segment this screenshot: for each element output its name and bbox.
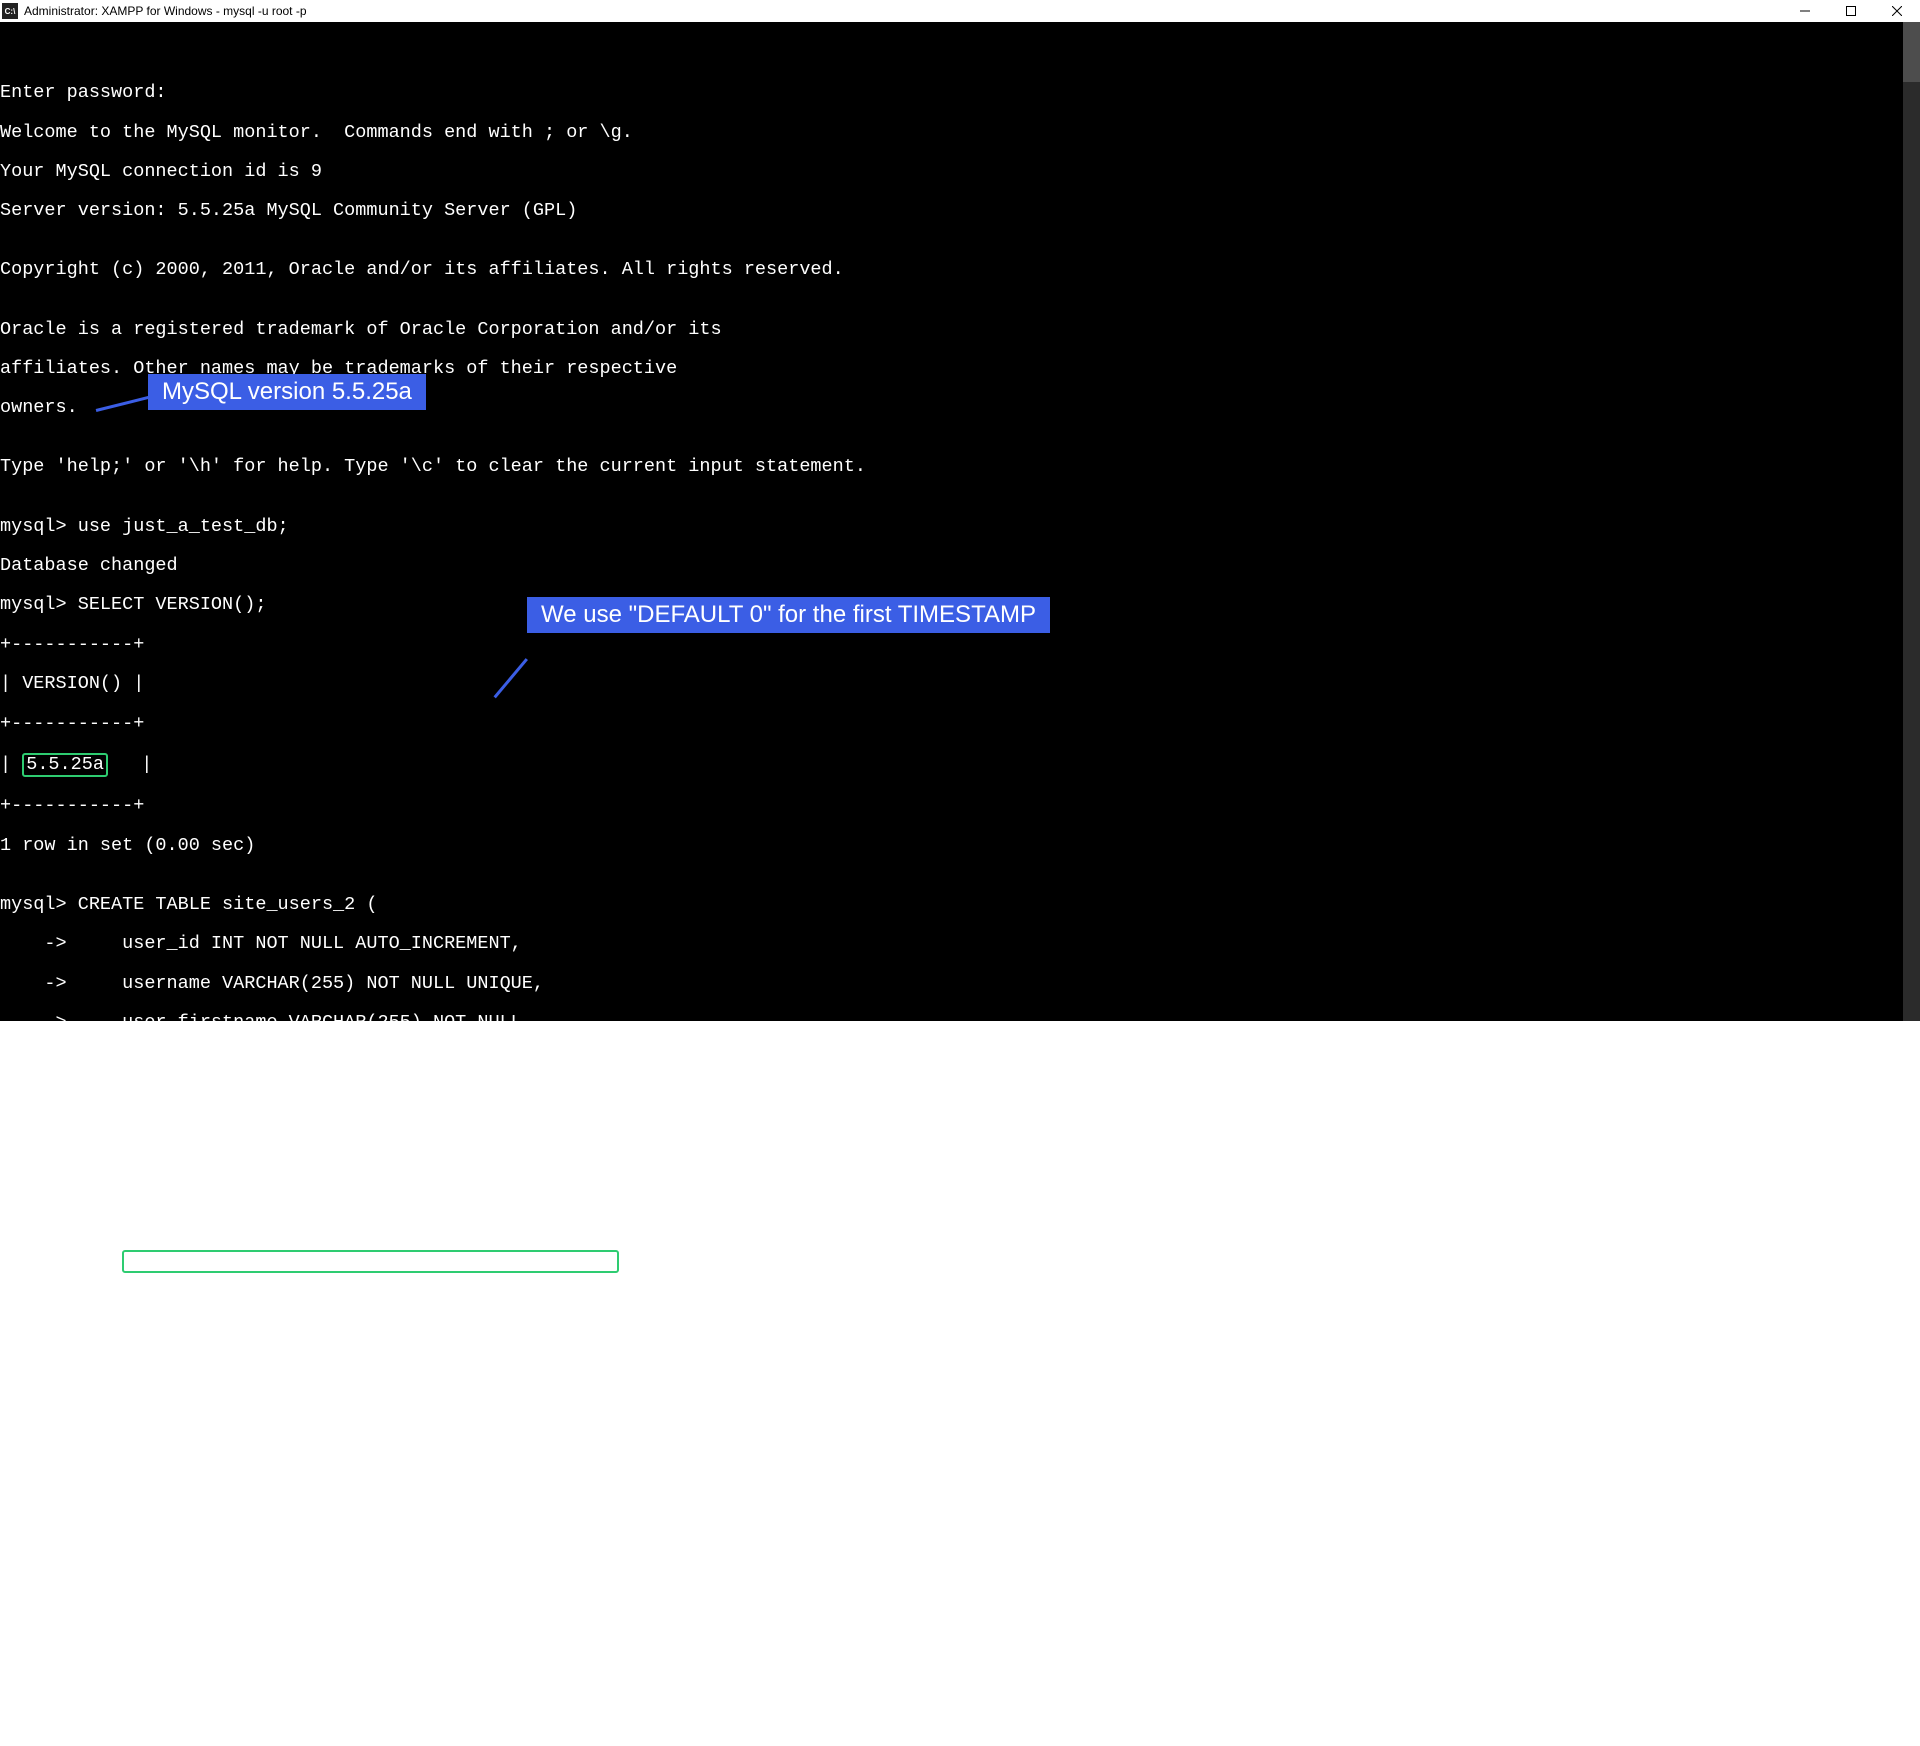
terminal-prompt: mysql> xyxy=(0,1470,1920,1490)
version-pre: | xyxy=(0,754,22,775)
terminal-line: -> PRIMARY KEY (user_id) xyxy=(0,1332,1920,1352)
terminal-line: -> user_id INT NOT NULL AUTO_INCREMENT, xyxy=(0,934,1920,954)
terminal-line: 1 row in set (0.00 sec) xyxy=(0,836,1920,856)
terminal-line: Your MySQL connection id is 9 xyxy=(0,162,1920,182)
terminal-line: +-----------+ xyxy=(0,635,1920,655)
version-post: | xyxy=(108,754,152,775)
maximize-button[interactable] xyxy=(1828,0,1874,22)
terminal-line: Database changed xyxy=(0,556,1920,576)
date-validated-highlight-box: date_validated TIMESTAMP NOT NULL DEFAUL… xyxy=(122,1250,618,1274)
terminal-line: Enter password: xyxy=(0,83,1920,103)
date-validated-pre: -> xyxy=(0,1251,122,1272)
terminal-line: -> is_active BOOL NOT NULL DEFAULT FALSE… xyxy=(0,1171,1920,1191)
terminal-line: +-----------+ xyxy=(0,796,1920,816)
close-button[interactable] xyxy=(1874,0,1920,22)
terminal-line: | 5.5.25a | xyxy=(0,753,1920,777)
terminal-line: -> user_email_address VARCHAR(255) NOT N… xyxy=(0,1092,1920,1112)
terminal-line: Query OK, 0 rows affected (0.04 sec) xyxy=(0,1411,1920,1431)
terminal-line: Oracle is a registered trademark of Orac… xyxy=(0,320,1920,340)
terminal-line: Copyright (c) 2000, 2011, Oracle and/or … xyxy=(0,260,1920,280)
terminal-line: -> user_firstname VARCHAR(255) NOT NULL, xyxy=(0,1013,1920,1033)
version-highlight-box: 5.5.25a xyxy=(22,753,108,777)
terminal-line: mysql> use just_a_test_db; xyxy=(0,517,1920,537)
window-controls xyxy=(1782,0,1920,22)
window-title: Administrator: XAMPP for Windows - mysql… xyxy=(24,4,307,18)
callout-version: MySQL version 5.5.25a xyxy=(148,374,426,410)
terminal-line: -> user_surname VARCHAR(255) NOT NULL, xyxy=(0,1053,1920,1073)
callout-default-zero: We use "DEFAULT 0" for the first TIMESTA… xyxy=(527,597,1050,633)
terminal-line: -> username VARCHAR(255) NOT NULL UNIQUE… xyxy=(0,974,1920,994)
terminal-line: Welcome to the MySQL monitor. Commands e… xyxy=(0,123,1920,143)
window-titlebar: C:\ Administrator: XAMPP for Windows - m… xyxy=(0,0,1920,22)
terminal-line: Server version: 5.5.25a MySQL Community … xyxy=(0,201,1920,221)
terminal-line: -> ) Engine=InnoDB; xyxy=(0,1372,1920,1392)
cmd-icon: C:\ xyxy=(2,3,18,19)
terminal-line: -> date_registered TIMESTAMP NOT NULL DE… xyxy=(0,1293,1920,1313)
terminal-line: -> is_validated BOOL NOT NULL DEFAULT FA… xyxy=(0,1210,1920,1230)
terminal-line: -> user_password CHAR(40) NOT NULL, xyxy=(0,1131,1920,1151)
terminal-line: -> date_validated TIMESTAMP NOT NULL DEF… xyxy=(0,1250,1920,1274)
vertical-scrollbar[interactable] xyxy=(1903,22,1920,1021)
scrollbar-thumb[interactable] xyxy=(1903,22,1920,82)
terminal-line: Type 'help;' or '\h' for help. Type '\c'… xyxy=(0,457,1920,477)
minimize-button[interactable] xyxy=(1782,0,1828,22)
terminal-line: +-----------+ xyxy=(0,714,1920,734)
terminal-line: mysql> CREATE TABLE site_users_2 ( xyxy=(0,895,1920,915)
terminal-area[interactable]: Enter password: Welcome to the MySQL mon… xyxy=(0,22,1920,1021)
terminal-line: | VERSION() | xyxy=(0,674,1920,694)
